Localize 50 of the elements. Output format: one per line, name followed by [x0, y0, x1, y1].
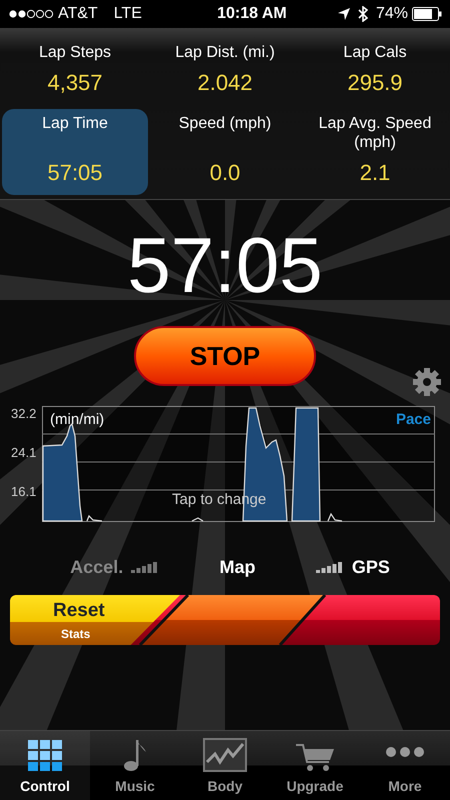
tab-button[interactable]: Body	[180, 731, 270, 800]
stat-tile[interactable]: Lap Steps 4,357	[2, 38, 148, 106]
stat-label: Lap Cals	[343, 44, 407, 62]
location-icon	[338, 8, 350, 20]
tab-button[interactable]: Music	[90, 731, 180, 800]
axis-tick-label: 32.2	[11, 405, 36, 423]
stat-tile[interactable]: Lap Time 57:05	[2, 109, 148, 195]
stat-tile[interactable]: Lap Avg. Speed (mph) 2.1	[302, 109, 448, 195]
stat-value: 4,357	[47, 69, 103, 98]
clock-time: 10:18 AM	[216, 4, 287, 24]
tab-button[interactable]: Upgrade	[270, 731, 360, 800]
stat-label: Lap Time	[42, 115, 108, 134]
elapsed-timer: 57:05	[127, 226, 323, 304]
tab-button[interactable]: More	[360, 731, 450, 800]
stat-value: 2.1	[360, 159, 390, 187]
signal-icon	[8, 9, 54, 19]
stat-label: Lap Avg. Speed (mph)	[318, 115, 432, 152]
music-note-icon	[123, 738, 147, 772]
battery-icon	[412, 7, 442, 21]
source-label[interactable]: Accel.	[70, 554, 124, 580]
stat-value: 57:05	[47, 159, 103, 187]
stat-tile[interactable]: Speed (mph) 0.0	[152, 109, 298, 195]
cart-icon	[295, 742, 335, 772]
battery-percent: 74%	[376, 4, 408, 24]
stat-value: 0.0	[210, 159, 240, 187]
settings-icon[interactable]	[413, 368, 441, 396]
source-label[interactable]: GPS	[352, 554, 390, 580]
pace-chart[interactable]	[42, 406, 435, 522]
signal-bars-icon	[316, 561, 344, 573]
bluetooth-icon	[358, 6, 368, 22]
tab-button[interactable]: Control	[0, 731, 90, 800]
source-label[interactable]: Map	[220, 554, 256, 580]
carrier-name: AT&T	[58, 4, 98, 24]
stat-label: Lap Dist. (mi.)	[175, 44, 275, 62]
stop-button[interactable]: STOP	[134, 326, 316, 386]
network-type: LTE	[114, 4, 142, 24]
stat-value: 2.042	[197, 69, 253, 98]
unit-label: (min/mi)	[50, 410, 104, 430]
axis-tick-label: 16.1	[11, 483, 36, 501]
stat-label: Speed (mph)	[178, 115, 272, 134]
stat-label: Lap Steps	[38, 44, 112, 62]
stat-value: 295.9	[347, 69, 403, 98]
stat-tile[interactable]: Lap Cals 295.9	[302, 38, 448, 106]
more-icon	[385, 746, 425, 758]
stat-tile[interactable]: Lap Dist. (mi.) 2.042	[152, 38, 298, 106]
signal-bars-icon	[131, 561, 160, 573]
metric-label[interactable]: Pace	[396, 409, 431, 432]
graph-icon	[203, 738, 247, 772]
grid-icon	[28, 740, 62, 772]
axis-tick-label: 24.1	[11, 444, 36, 462]
